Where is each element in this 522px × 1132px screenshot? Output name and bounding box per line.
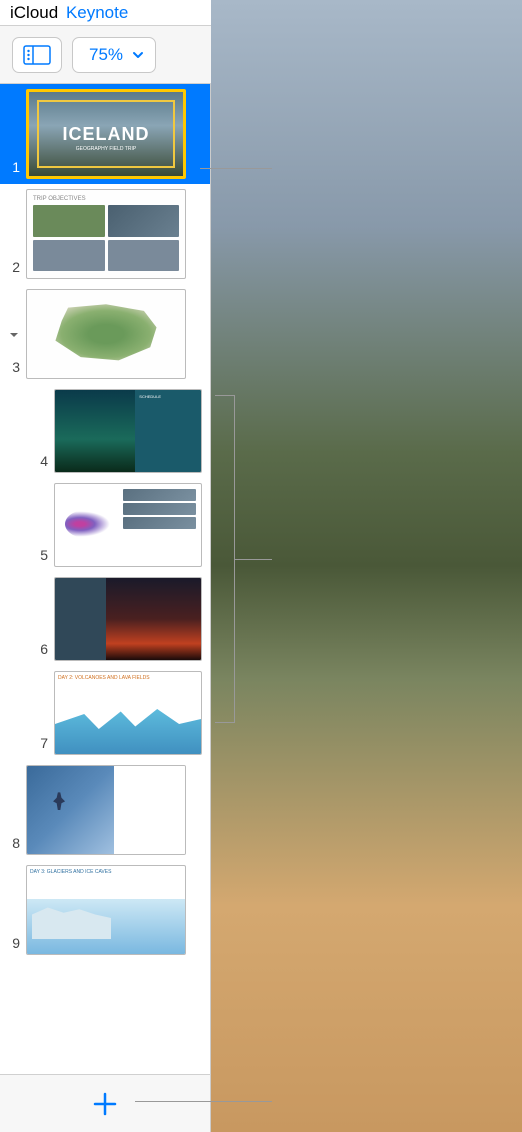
slide-preview: SCHEDULE <box>54 389 202 473</box>
slide-number: 9 <box>6 935 20 951</box>
slide-thumbnail-4[interactable]: 4 SCHEDULE <box>0 384 210 478</box>
slide-thumbnail-9[interactable]: 9 DAY 3: GLACIERS AND ICE CAVES <box>0 860 210 960</box>
slide-thumbnail-7[interactable]: 7 DAY 2: VOLCANOES AND LAVA FIELDS <box>0 666 210 760</box>
zoom-level-label: 75% <box>89 45 123 65</box>
view-icon <box>23 45 51 65</box>
slide-preview <box>54 483 202 567</box>
toolbar: 75% <box>0 26 211 84</box>
app-name-label: Keynote <box>66 3 128 22</box>
slide-number: 2 <box>6 259 20 275</box>
chevron-down-icon <box>131 48 145 62</box>
callout-line <box>200 168 272 169</box>
slide-thumbnail-6[interactable]: 6 <box>0 572 210 666</box>
plus-icon <box>90 1089 120 1119</box>
callout-line <box>235 559 272 560</box>
slide-preview: TRIP OBJECTIVES <box>26 189 186 279</box>
callout-line <box>135 1101 272 1102</box>
slide-number: 8 <box>6 835 20 851</box>
slide-number: 7 <box>34 735 48 751</box>
brand-label: iCloud <box>10 3 58 22</box>
slide-thumbnail-8[interactable]: 8 <box>0 760 210 860</box>
zoom-menu-button[interactable]: 75% <box>72 37 156 73</box>
slide-number: 3 <box>6 359 20 375</box>
slide-number: 1 <box>6 159 20 175</box>
slide-preview <box>26 765 186 855</box>
slide-navigator[interactable]: 1 ICELAND GEOGRAPHY FIELD TRIP 2 TRIP OB… <box>0 84 211 1074</box>
disclosure-triangle[interactable] <box>8 328 20 340</box>
add-slide-button[interactable] <box>90 1089 120 1119</box>
slide-thumbnail-5[interactable]: 5 <box>0 478 210 572</box>
slide-thumbnail-3[interactable]: 3 <box>0 284 210 384</box>
slide-number: 4 <box>34 453 48 469</box>
slide-thumbnail-2[interactable]: 2 TRIP OBJECTIVES <box>0 184 210 284</box>
slide-number: 5 <box>34 547 48 563</box>
navigator-footer <box>0 1074 211 1132</box>
slide-preview: DAY 3: GLACIERS AND ICE CAVES <box>26 865 186 955</box>
slide-preview: ICELAND GEOGRAPHY FIELD TRIP <box>26 89 186 179</box>
view-options-button[interactable] <box>12 37 62 73</box>
slide-preview: DAY 2: VOLCANOES AND LAVA FIELDS <box>54 671 202 755</box>
slide-preview <box>54 577 202 661</box>
canvas-background <box>211 0 522 1132</box>
callout-bracket <box>215 395 235 723</box>
slide-number: 6 <box>34 641 48 657</box>
slide-thumbnail-1[interactable]: 1 ICELAND GEOGRAPHY FIELD TRIP <box>0 84 210 184</box>
app-header: iCloud Keynote <box>0 0 211 26</box>
slide-preview <box>26 289 186 379</box>
